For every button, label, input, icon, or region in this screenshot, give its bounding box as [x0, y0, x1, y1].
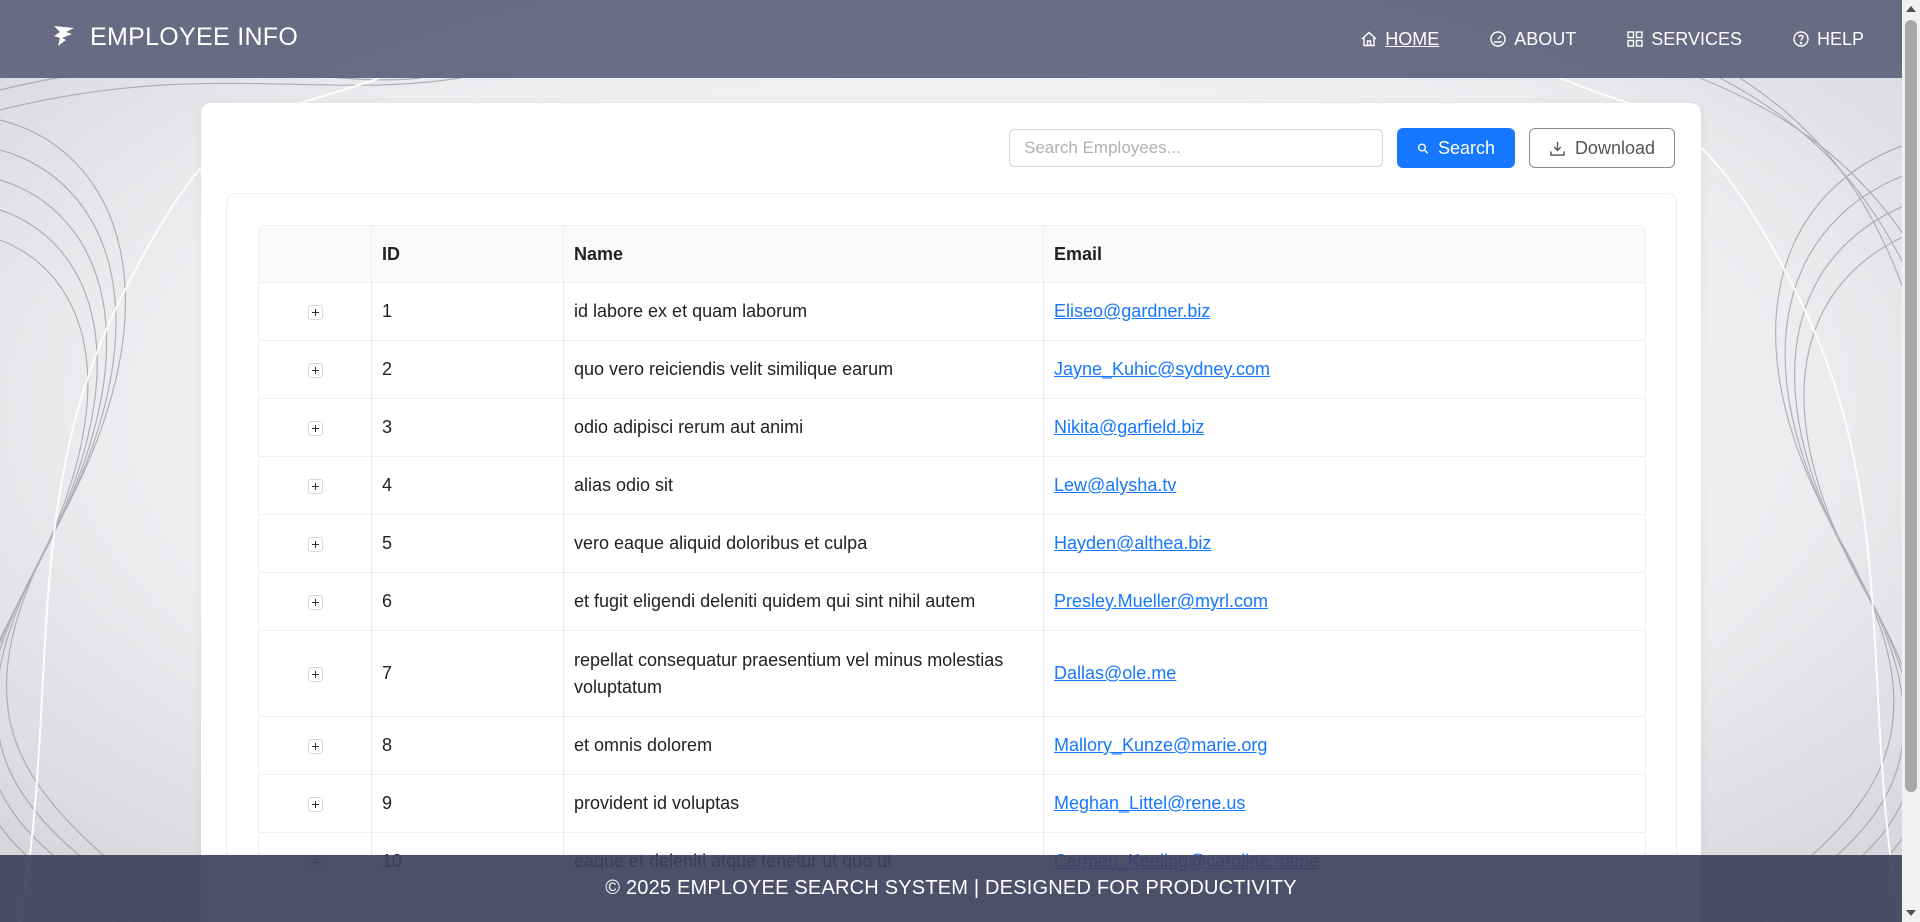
expand-row-button[interactable]: [307, 666, 323, 682]
column-header-expand: [258, 225, 372, 283]
table-panel: ID Name Email 1 id labore ex et quam lab…: [226, 193, 1677, 922]
nav-item-help[interactable]: HELP: [1792, 29, 1864, 50]
search-toolbar: Search Download: [1009, 128, 1675, 168]
dashboard-icon: [1490, 31, 1506, 47]
cell-name: et fugit eligendi deleniti quidem qui si…: [564, 573, 1044, 631]
scroll-up-arrow-icon[interactable]: [1906, 6, 1916, 12]
scroll-down-arrow-icon[interactable]: [1906, 910, 1916, 916]
employee-table: ID Name Email 1 id labore ex et quam lab…: [258, 225, 1646, 891]
table-row: 8 et omnis dolorem Mallory_Kunze@marie.o…: [258, 717, 1646, 775]
cell-id: 3: [372, 399, 564, 457]
search-button[interactable]: Search: [1397, 128, 1515, 168]
nav-label-about: ABOUT: [1514, 28, 1577, 49]
cell-id: 9: [372, 775, 564, 833]
expand-row-button[interactable]: [307, 536, 323, 552]
search-input[interactable]: [1009, 129, 1383, 167]
table-row: 7 repellat consequatur praesentium vel m…: [258, 631, 1646, 717]
top-navigation-bar: EMPLOYEE INFO HOME ABOUT SERVICES HELP: [0, 0, 1902, 78]
cell-name: odio adipisci rerum aut animi: [564, 399, 1044, 457]
app-title: EMPLOYEE INFO: [90, 22, 299, 51]
cell-name: provident id voluptas: [564, 775, 1044, 833]
download-button-label: Download: [1574, 137, 1655, 158]
page-scrollbar[interactable]: [1902, 0, 1920, 922]
cell-name: quo vero reiciendis velit similique earu…: [564, 341, 1044, 399]
search-icon: [1417, 143, 1429, 154]
bird-logo-icon: [54, 26, 74, 46]
cell-name: vero eaque aliquid doloribus et culpa: [564, 515, 1044, 573]
expand-row-button[interactable]: [307, 304, 323, 320]
email-link[interactable]: Mallory_Kunze@marie.org: [1054, 735, 1267, 755]
table-row: 3 odio adipisci rerum aut animi Nikita@g…: [258, 399, 1646, 457]
footer-text: © 2025 EMPLOYEE SEARCH SYSTEM | DESIGNED…: [605, 877, 1297, 899]
cell-id: 6: [372, 573, 564, 631]
page-footer: © 2025 EMPLOYEE SEARCH SYSTEM | DESIGNED…: [0, 855, 1902, 922]
expand-row-button[interactable]: [307, 420, 323, 436]
grid-icon: [1627, 31, 1643, 47]
cell-id: 4: [372, 457, 564, 515]
expand-row-button[interactable]: [307, 594, 323, 610]
cell-name: repellat consequatur praesentium vel min…: [564, 631, 1044, 717]
table-row: 4 alias odio sit Lew@alysha.tv: [258, 457, 1646, 515]
column-header-email[interactable]: Email: [1044, 225, 1646, 283]
email-link[interactable]: Meghan_Littel@rene.us: [1054, 793, 1245, 813]
download-button[interactable]: Download: [1529, 128, 1675, 168]
table-header-row: ID Name Email: [258, 225, 1646, 283]
main-nav: HOME ABOUT SERVICES HELP: [1360, 0, 1864, 78]
expand-row-button[interactable]: [307, 738, 323, 754]
cell-name: alias odio sit: [564, 457, 1044, 515]
email-link[interactable]: Dallas@ole.me: [1054, 663, 1176, 683]
cell-id: 1: [372, 283, 564, 341]
search-button-label: Search: [1437, 137, 1495, 158]
table-row: 6 et fugit eligendi deleniti quidem qui …: [258, 573, 1646, 631]
email-link[interactable]: Jayne_Kuhic@sydney.com: [1054, 359, 1270, 379]
nav-item-home[interactable]: HOME: [1360, 29, 1439, 50]
email-link[interactable]: Lew@alysha.tv: [1054, 475, 1176, 495]
column-header-name[interactable]: Name: [564, 225, 1044, 283]
brand[interactable]: EMPLOYEE INFO: [52, 22, 298, 52]
question-circle-icon: [1793, 31, 1809, 47]
email-link[interactable]: Eliseo@gardner.biz: [1054, 301, 1210, 321]
cell-name: et omnis dolorem: [564, 717, 1044, 775]
cell-id: 7: [372, 631, 564, 717]
nav-label-home: HOME: [1385, 28, 1440, 49]
cell-name: id labore ex et quam laborum: [564, 283, 1044, 341]
table-row: 5 vero eaque aliquid doloribus et culpa …: [258, 515, 1646, 573]
nav-item-about[interactable]: ABOUT: [1489, 29, 1576, 50]
expand-row-button[interactable]: [307, 478, 323, 494]
cell-id: 5: [372, 515, 564, 573]
nav-label-help: HELP: [1816, 28, 1864, 49]
column-header-id[interactable]: ID: [372, 225, 564, 283]
employee-card: Search Download ID Name Email: [201, 103, 1701, 922]
home-icon: [1361, 31, 1377, 47]
email-link[interactable]: Hayden@althea.biz: [1054, 533, 1211, 553]
expand-row-button[interactable]: [307, 362, 323, 378]
email-link[interactable]: Presley.Mueller@myrl.com: [1054, 591, 1268, 611]
cell-id: 2: [372, 341, 564, 399]
scrollbar-thumb[interactable]: [1905, 20, 1917, 792]
table-row: 2 quo vero reiciendis velit similique ea…: [258, 341, 1646, 399]
email-link[interactable]: Nikita@garfield.biz: [1054, 417, 1204, 437]
expand-row-button[interactable]: [307, 796, 323, 812]
table-row: 1 id labore ex et quam laborum Eliseo@ga…: [258, 283, 1646, 341]
cell-id: 8: [372, 717, 564, 775]
nav-item-services[interactable]: SERVICES: [1626, 29, 1742, 50]
table-row: 9 provident id voluptas Meghan_Littel@re…: [258, 775, 1646, 833]
download-icon: [1550, 141, 1565, 156]
nav-label-services: SERVICES: [1651, 28, 1742, 49]
